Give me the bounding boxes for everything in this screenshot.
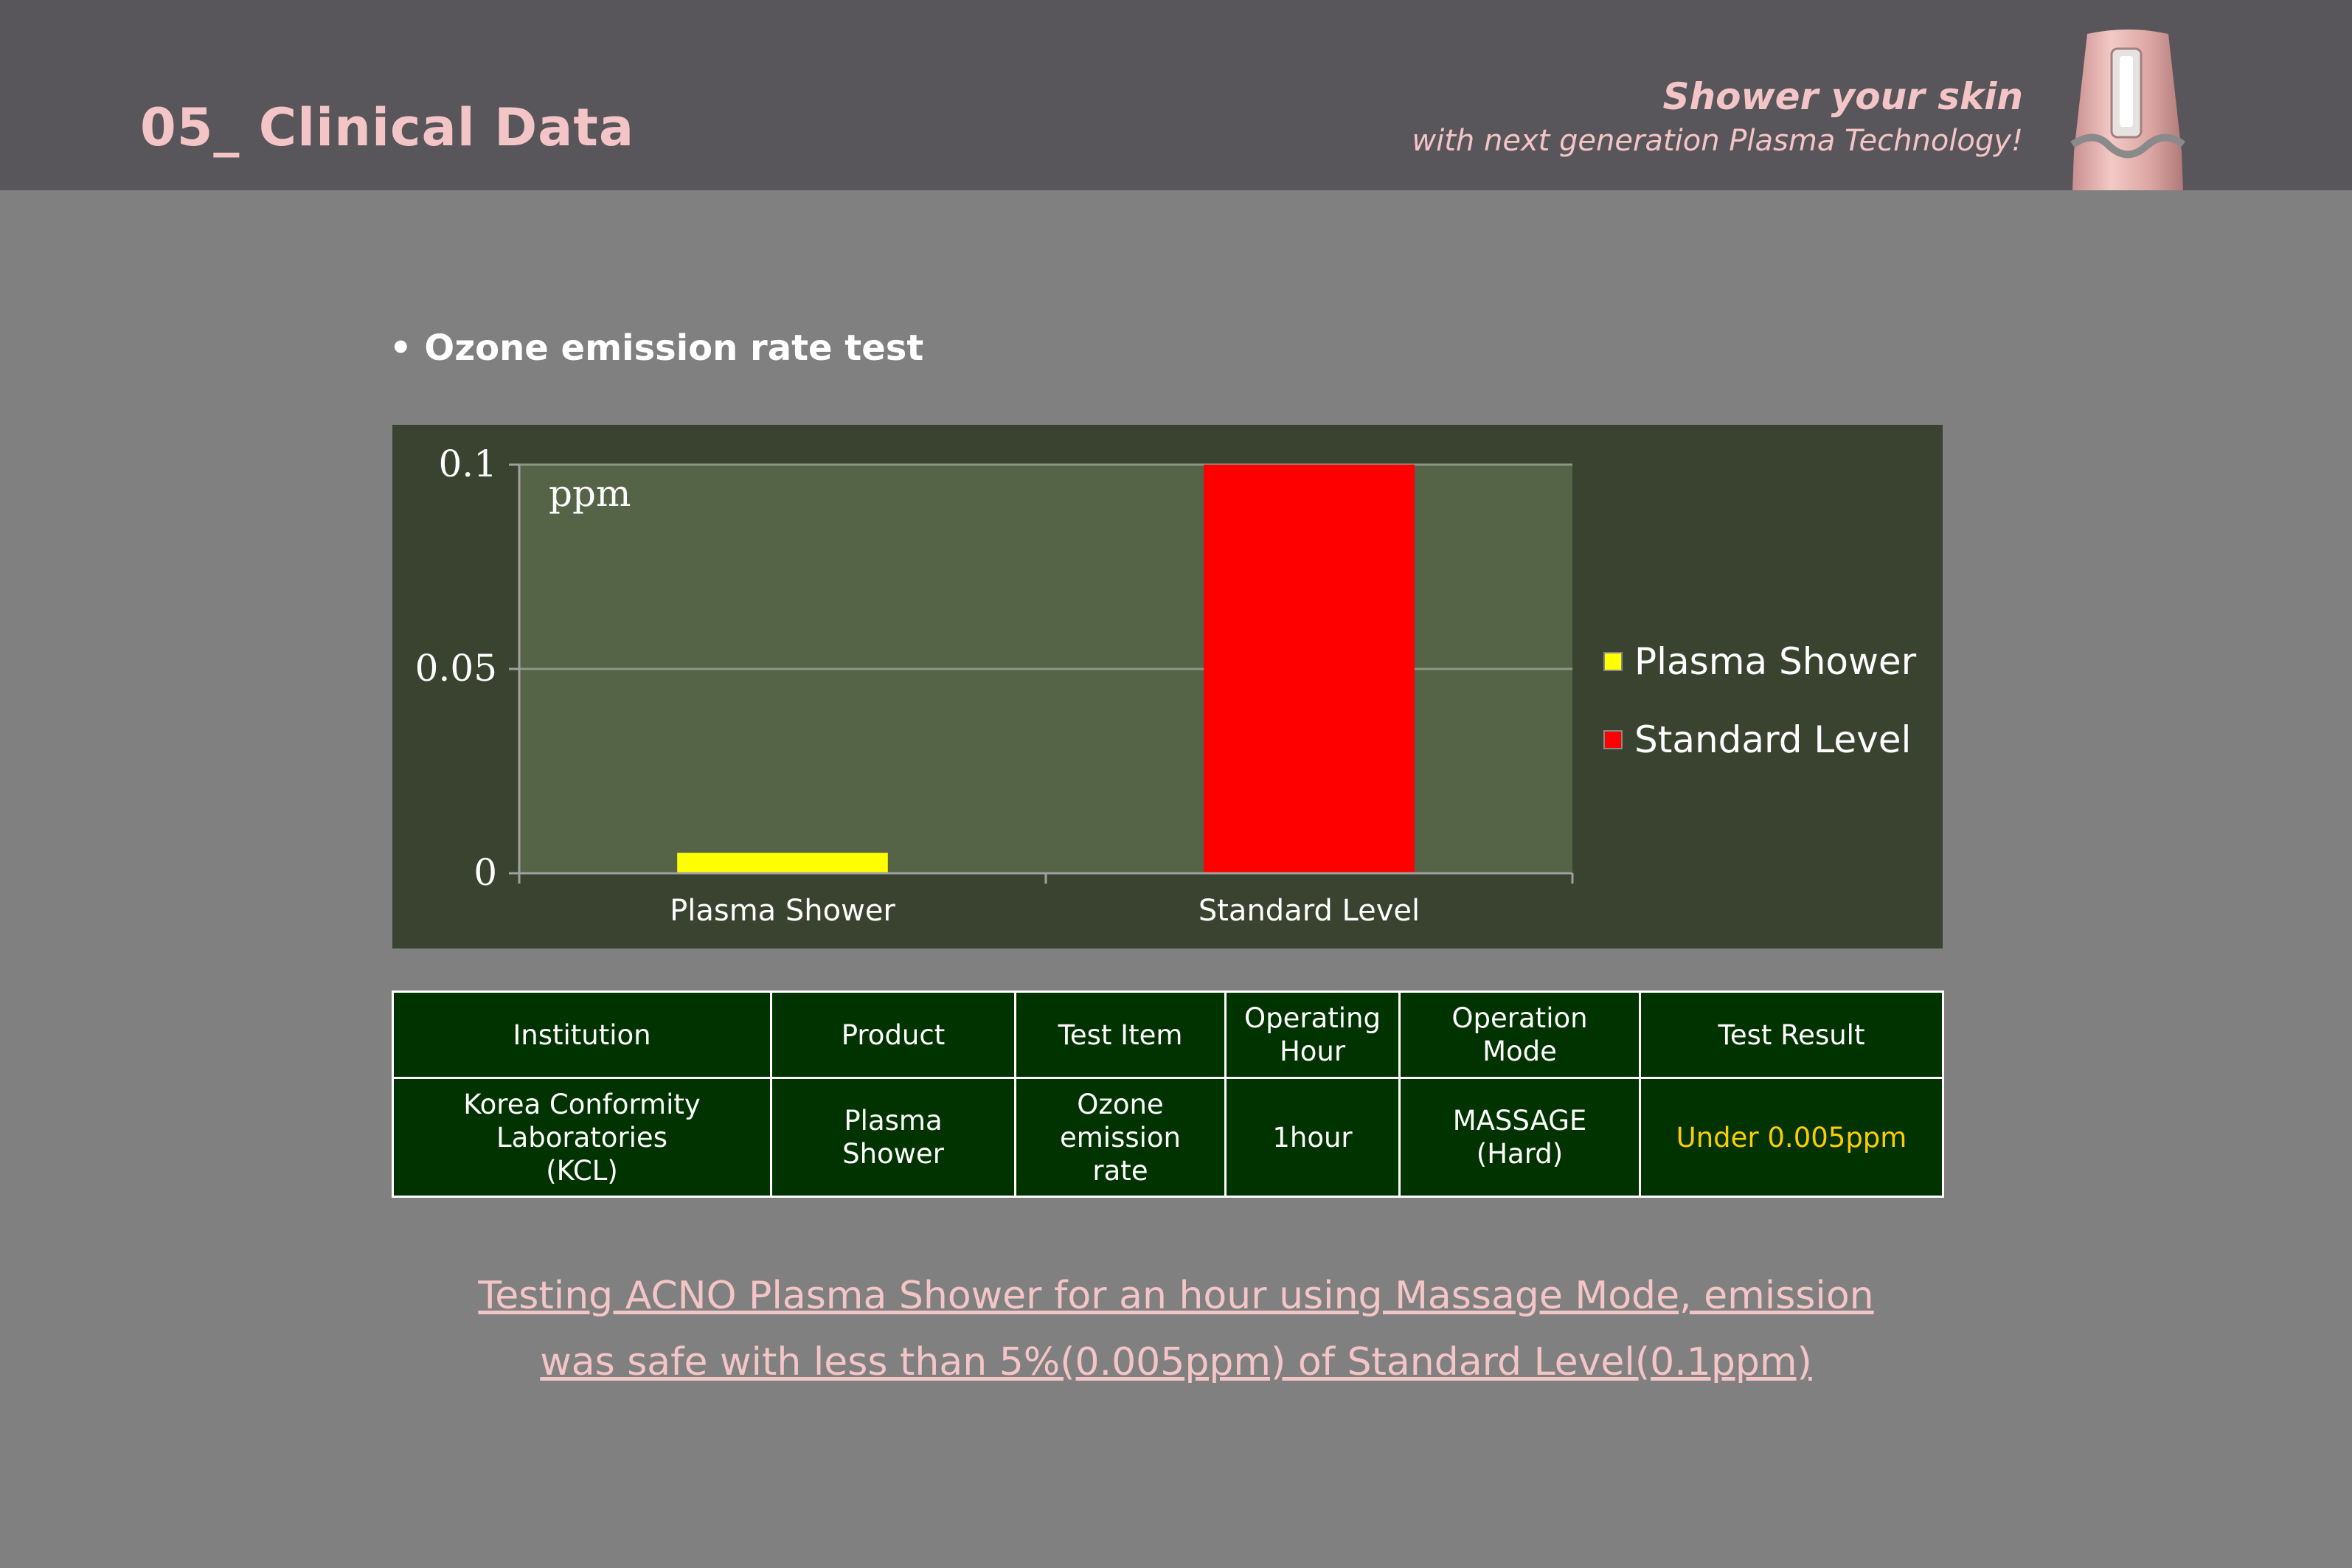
cell-institution: Korea Conformity Laboratories (KCL) xyxy=(392,1077,772,1198)
header-test-result: Test Result xyxy=(1639,991,1944,1079)
unit-label: ppm xyxy=(549,472,631,515)
cell-product: Plasma Shower xyxy=(770,1077,1016,1198)
legend-swatch-red xyxy=(1603,730,1623,749)
bar-plasma-shower xyxy=(677,853,888,873)
cell-test-result: Under 0.005ppm xyxy=(1639,1077,1944,1198)
legend-item-standard-level: Standard Level xyxy=(1603,701,1916,779)
y-tick-label: 0.05 xyxy=(415,647,497,690)
legend-label: Standard Level xyxy=(1634,718,1912,761)
header-operation-mode: Operation Mode xyxy=(1398,991,1641,1079)
section-title: • Ozone emission rate test xyxy=(389,327,924,369)
header-bar: 05_ Clinical Data Shower your skin with … xyxy=(0,0,2352,190)
x-category-label: Plasma Shower xyxy=(670,894,895,928)
x-category-label: Standard Level xyxy=(1198,894,1420,928)
table-header-row: Institution Product Test Item Operating … xyxy=(392,991,1944,1079)
conclusion-line-1: Testing ACNO Plasma Shower for an hour u… xyxy=(478,1274,1874,1318)
legend-label: Plasma Shower xyxy=(1634,640,1917,683)
bar-standard-level xyxy=(1204,465,1415,873)
chart-panel: 0 0.05 0.1 Plasma Shower Standard Level ppm … xyxy=(392,425,1943,948)
cell-operation-mode: MASSAGE (Hard) xyxy=(1398,1077,1641,1198)
tagline-sub: with next generation Plasma Technology! xyxy=(1412,124,2023,158)
conclusion-text: Testing ACNO Plasma Shower for an hour u… xyxy=(0,1263,2352,1395)
header-test-item: Test Item xyxy=(1014,991,1227,1079)
test-result-table: Institution Product Test Item Operating … xyxy=(392,991,1944,1198)
plasma-shower-device-image xyxy=(2070,30,2186,190)
header-product: Product xyxy=(770,991,1016,1079)
tagline-main: Shower your skin xyxy=(1662,75,2023,118)
conclusion-line-2: was safe with less than 5%(0.005ppm) of … xyxy=(540,1340,1812,1384)
page-title: 05_ Clinical Data xyxy=(140,97,635,158)
chart-legend: Plasma Shower Standard Level xyxy=(1603,622,1916,779)
table-row: Korea Conformity Laboratories (KCL) Plas… xyxy=(392,1077,1944,1198)
header-institution: Institution xyxy=(392,991,772,1079)
cell-operating-hour: 1hour xyxy=(1224,1077,1401,1198)
y-tick-label: 0 xyxy=(473,851,497,894)
header-operating-hour: Operating Hour xyxy=(1224,991,1401,1079)
y-tick-label: 0.1 xyxy=(438,443,497,485)
legend-item-plasma-shower: Plasma Shower xyxy=(1603,622,1916,701)
cell-test-item: Ozone emission rate xyxy=(1014,1077,1227,1198)
legend-swatch-yellow xyxy=(1603,652,1623,671)
